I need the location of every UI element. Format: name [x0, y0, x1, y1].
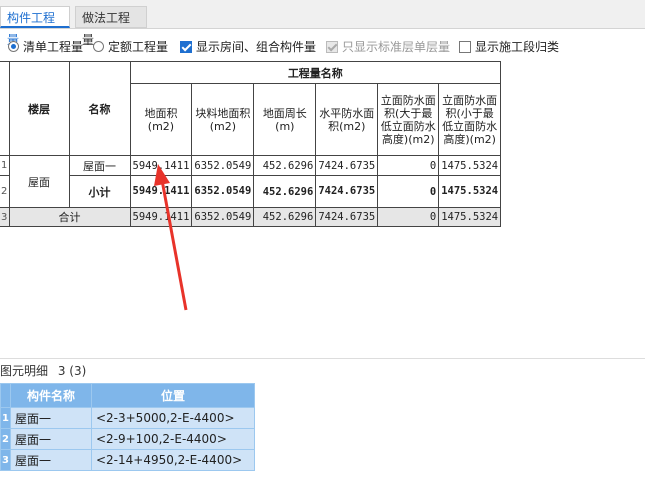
value-cell[interactable]: 7424.6735 [315, 207, 379, 227]
value-cell[interactable]: 6352.0549 [191, 207, 255, 227]
value-cell[interactable]: 452.6296 [253, 175, 317, 208]
header-floor: 楼层 [8, 61, 70, 156]
radio-dinge-label: 定额工程量 [108, 40, 169, 54]
detail-position-cell[interactable]: <2-3+5000,2-E-4400> [90, 407, 255, 429]
value-cell[interactable]: 452.6296 [253, 207, 317, 227]
value-cell[interactable]: 7424.6735 [315, 155, 379, 176]
header-group: 工程量名称 [129, 61, 502, 84]
header-col-3: 地面周长(m) [253, 83, 317, 156]
checkbox-segment[interactable]: 显示施工段归类 [459, 38, 559, 55]
radio-unselected-icon[interactable] [93, 41, 104, 52]
table-row-total[interactable]: 3 合计 5949.1411 6352.0549 452.6296 7424.6… [0, 207, 502, 227]
radio-qingdan-label: 清单工程量 [23, 40, 84, 54]
radio-qingdan[interactable]: 清单工程量 [8, 38, 83, 55]
value-cell[interactable]: 1475.5324 [438, 175, 502, 208]
tab-method-quantity[interactable]: 做法工程量 [75, 6, 147, 47]
header-col-4: 水平防水面积(m2) [315, 83, 379, 156]
row-number: 3 [0, 449, 11, 471]
table-row[interactable]: 1 屋面 屋面一 5949.1411 6352.0549 452.6296 74… [0, 155, 502, 208]
value-cell[interactable]: 0 [377, 207, 440, 227]
header-col-1: 地面积(m2) [129, 83, 193, 156]
value-cell[interactable]: 0 [377, 155, 440, 176]
row-number: 2 [0, 428, 11, 450]
detail-position-cell[interactable]: <2-14+4950,2-E-4400> [90, 449, 255, 471]
value-cell[interactable]: 5949.1411 [129, 155, 193, 176]
detail-name-cell[interactable]: 屋面一 [9, 428, 92, 450]
value-cell[interactable]: 1475.5324 [438, 207, 502, 227]
total-label[interactable]: 合计 [8, 207, 131, 227]
options-bar: 清单工程量 定额工程量 显示房间、组合构件量 只显示标准层单层量 显示施工段归类 [0, 36, 645, 58]
name-cell[interactable]: 屋面一 [68, 155, 131, 176]
value-cell[interactable]: 5949.1411 [129, 207, 193, 227]
checkbox-show-rooms-label: 显示房间、组合构件量 [196, 40, 317, 54]
checkbox-segment-label: 显示施工段归类 [475, 40, 560, 54]
value-cell[interactable]: 7424.6735 [315, 175, 379, 208]
panel-divider[interactable] [0, 358, 645, 359]
checkbox-std-floor-label: 只显示标准层单层量 [342, 40, 451, 54]
header-col-2: 块料地面积(m2) [191, 83, 255, 156]
value-cell[interactable]: 1475.5324 [438, 155, 502, 176]
row-number: 1 [0, 407, 11, 429]
detail-row[interactable]: 2 屋面一 <2-9+100,2-E-4400> [0, 428, 255, 450]
header-col-6: 立面防水面积(小于最低立面防水高度)(m2) [438, 83, 502, 156]
detail-title: 图元明细 [0, 364, 49, 378]
floor-cell[interactable]: 屋面 [8, 155, 70, 208]
subtotal-label[interactable]: 小计 [68, 175, 131, 208]
detail-row[interactable]: 3 屋面一 <2-14+4950,2-E-4400> [0, 449, 255, 471]
detail-position-cell[interactable]: <2-9+100,2-E-4400> [90, 428, 255, 450]
header-col-5: 立面防水面积(大于最低立面防水高度)(m2) [377, 83, 440, 156]
detail-row[interactable]: 1 屋面一 <2-3+5000,2-E-4400> [0, 407, 255, 429]
checkbox-unchecked-icon[interactable] [459, 40, 471, 53]
checkbox-disabled-icon [326, 40, 338, 53]
detail-header-position: 位置 [90, 383, 255, 408]
detail-name-cell[interactable]: 屋面一 [9, 407, 92, 429]
header-name: 名称 [68, 61, 131, 156]
row-number: 2 [0, 175, 10, 208]
row-number: 3 [0, 207, 10, 227]
tab-bar: 构件工程量 做法工程量 [0, 0, 645, 47]
radio-dinge[interactable]: 定额工程量 [93, 38, 168, 55]
checkbox-std-floor: 只显示标准层单层量 [326, 38, 450, 55]
detail-grid: 构件名称 位置 1 屋面一 <2-3+5000,2-E-4400> 2 屋面一 … [0, 383, 255, 471]
value-cell[interactable]: 6352.0549 [191, 155, 255, 176]
value-cell[interactable]: 5949.1411 [129, 175, 193, 208]
checkbox-show-rooms[interactable]: 显示房间、组合构件量 [180, 38, 316, 55]
value-cell[interactable]: 6352.0549 [191, 175, 255, 208]
table-row-subtotal[interactable]: 2 小计 5949.1411 6352.0549 452.6296 7424.6… [0, 175, 502, 208]
detail-count: 3 (3) [57, 364, 87, 378]
detail-title-bar: 图元明细 3 (3) [0, 362, 86, 379]
detail-header-name: 构件名称 [9, 383, 92, 408]
detail-name-cell[interactable]: 屋面一 [9, 449, 92, 471]
corner-cell [0, 61, 10, 156]
row-number: 1 [0, 155, 10, 176]
checkbox-checked-icon[interactable] [180, 40, 192, 53]
radio-selected-icon[interactable] [8, 41, 19, 52]
value-cell[interactable]: 0 [377, 175, 440, 208]
tab-component-quantity[interactable]: 构件工程量 [0, 6, 70, 47]
detail-corner [0, 383, 11, 408]
quantity-grid: 楼层 名称 工程量名称 地面积(m2) 块料地面积(m2) 地面周长(m) 水平… [0, 61, 502, 227]
value-cell[interactable]: 452.6296 [253, 155, 317, 176]
